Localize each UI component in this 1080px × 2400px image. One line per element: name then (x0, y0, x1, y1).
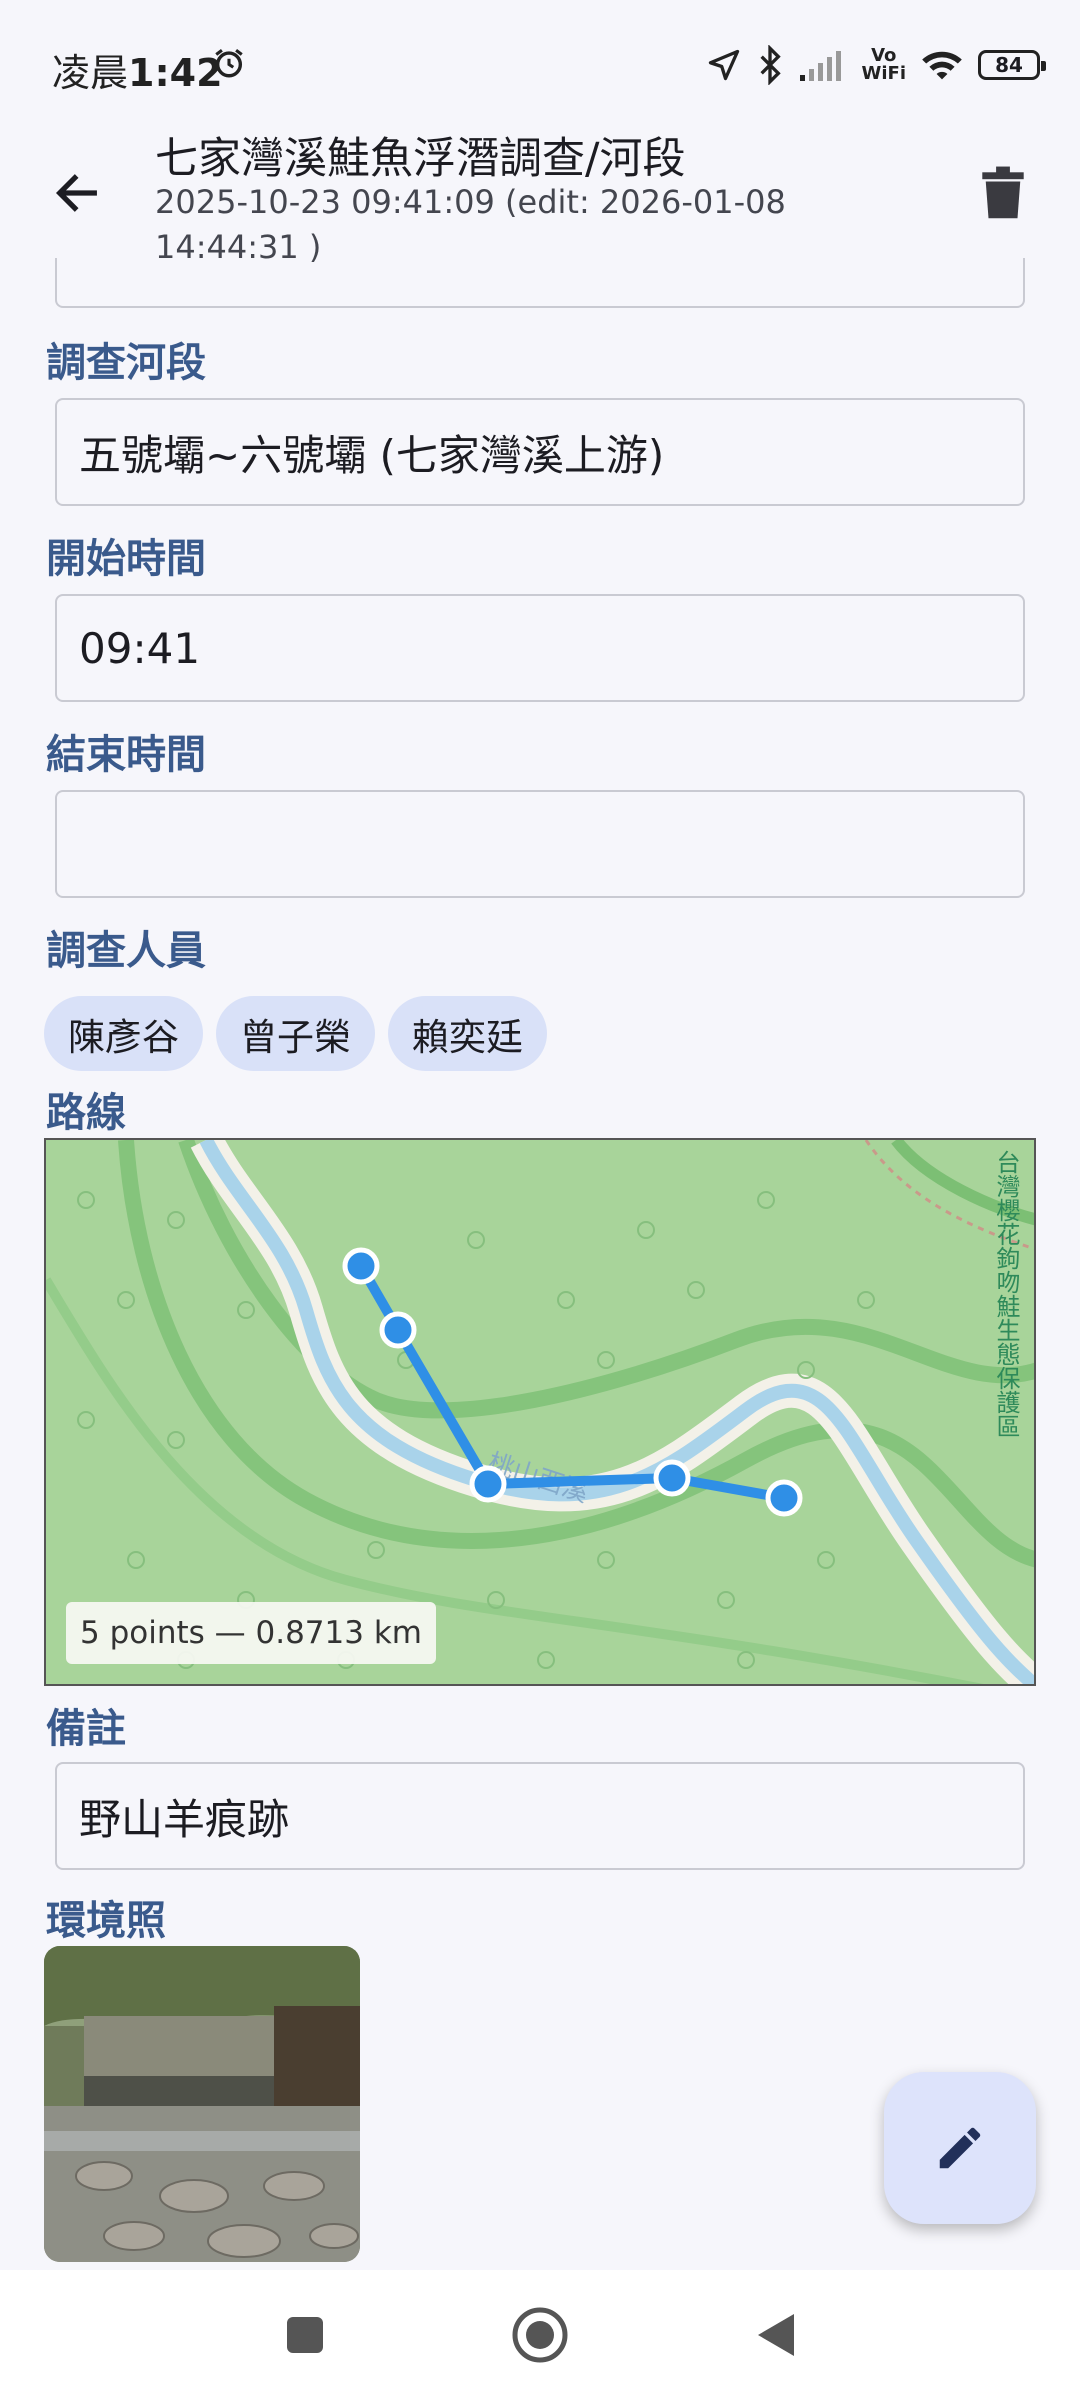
page-title: 七家灣溪鮭魚浮潛調查/河段 (155, 134, 686, 184)
status-time-prefix: 凌晨 (52, 51, 129, 95)
route-map[interactable]: 桃山西溪 台灣櫻花鉤吻鮭生態保護區 5 points — 0.8713 km (44, 1138, 1036, 1686)
route-point[interactable] (379, 1311, 417, 1349)
status-bar: 凌晨1:42 Vo WiFi 84 (0, 0, 1080, 132)
notes-label: 備註 (46, 1706, 126, 1752)
section-value: 五號壩~六號壩 (七家灣溪上游) (79, 430, 665, 480)
photo-label: 環境照 (46, 1898, 166, 1944)
home-circle-icon (512, 2307, 568, 2363)
end-time-label: 結束時間 (46, 732, 206, 778)
status-time: 凌晨1:42 (52, 42, 223, 97)
route-summary-badge: 5 points — 0.8713 km (66, 1602, 436, 1664)
nav-back-button[interactable] (745, 2305, 805, 2365)
trash-icon (982, 166, 1024, 219)
notes-value: 野山羊痕跡 (79, 1794, 290, 1844)
edit-fab[interactable] (884, 2072, 1036, 2224)
alarm-icon (215, 49, 243, 78)
wifi-icon (922, 51, 962, 80)
previous-field-bottom-edge[interactable] (55, 258, 1025, 308)
recents-button[interactable] (275, 2305, 335, 2365)
battery-level: 84 (995, 53, 1023, 77)
back-arrow-icon (55, 174, 97, 212)
vowifi-icon: Vo WiFi (862, 47, 907, 83)
route-label: 路線 (46, 1090, 126, 1136)
end-time-field[interactable] (55, 790, 1025, 898)
back-button[interactable] (40, 156, 114, 230)
delete-button[interactable] (966, 156, 1040, 230)
surveyor-chip[interactable]: 陳彥谷 (44, 996, 203, 1071)
status-time-value: 1:42 (128, 51, 223, 95)
start-time-value: 09:41 (79, 623, 201, 673)
system-nav-bar (0, 2270, 1080, 2400)
surveyors-label: 調查人員 (46, 928, 206, 974)
battery-icon: 84 (978, 50, 1046, 80)
route-point[interactable] (653, 1459, 691, 1497)
surveyor-chip[interactable]: 賴奕廷 (388, 996, 547, 1071)
notes-field[interactable]: 野山羊痕跡 (55, 1762, 1025, 1870)
section-field[interactable]: 五號壩~六號壩 (七家灣溪上游) (55, 398, 1025, 506)
reserve-label: 台灣櫻花鉤吻鮭生態保護區 (992, 1150, 1020, 1438)
start-time-field[interactable]: 09:41 (55, 594, 1025, 702)
environment-photo[interactable] (44, 1946, 360, 2262)
bluetooth-icon (759, 45, 781, 85)
location-arrow-icon (708, 49, 739, 81)
app-bar: 七家灣溪鮭魚浮潛調查/河段 2025-10-23 09:41:09 (edit:… (0, 118, 1080, 278)
pencil-icon (939, 2127, 981, 2169)
route-point[interactable] (765, 1479, 803, 1517)
signal-icon (799, 51, 841, 81)
back-triangle-icon (758, 2314, 794, 2356)
surveyor-chip[interactable]: 曾子榮 (216, 996, 375, 1071)
page-subtitle-timestamp: 2025-10-23 09:41:09 (edit: 2026-01-08 14… (155, 183, 786, 266)
vowifi-bottom: WiFi (861, 63, 907, 84)
environment-photo-image (44, 1946, 360, 2262)
start-time-label: 開始時間 (46, 536, 206, 582)
section-label: 調查河段 (46, 340, 206, 386)
route-point[interactable] (342, 1247, 380, 1285)
home-button[interactable] (510, 2305, 570, 2365)
surveyor-chips: 陳彥谷 曾子榮 賴奕廷 (44, 996, 547, 1071)
route-point[interactable] (469, 1465, 507, 1503)
recents-square-icon (287, 2317, 323, 2353)
